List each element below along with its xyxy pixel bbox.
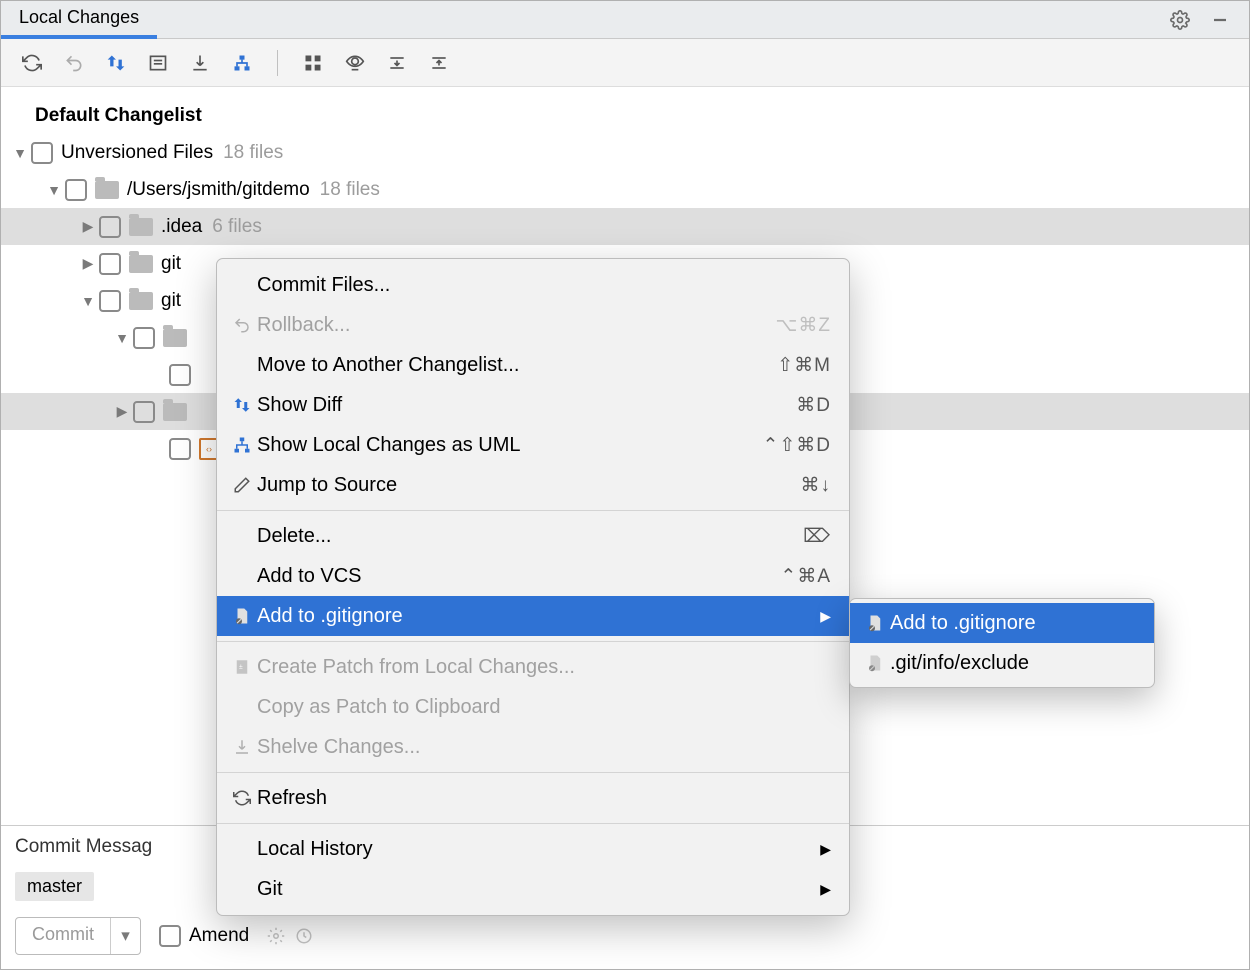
tab-local-changes[interactable]: Local Changes: [1, 1, 157, 39]
checkbox[interactable]: [99, 290, 121, 312]
tab-label: Local Changes: [19, 7, 139, 28]
folder-icon: [163, 329, 187, 347]
disclosure-right-icon[interactable]: ▶: [79, 218, 97, 235]
node-label: git: [161, 290, 181, 312]
file-ignore-icon: [227, 607, 257, 625]
folder-icon: [129, 292, 153, 310]
disclosure-right-icon[interactable]: ▶: [79, 255, 97, 272]
gitignore-submenu: Add to .gitignore .git/info/exclude: [849, 598, 1155, 688]
node-label: git: [161, 253, 181, 275]
diff-icon[interactable]: [105, 52, 127, 74]
node-label: .idea: [161, 216, 202, 238]
submenu-git-info-exclude[interactable]: .git/info/exclude: [850, 643, 1154, 683]
folder-icon: [95, 181, 119, 199]
minimize-icon[interactable]: [1209, 9, 1231, 31]
unversioned-files-node[interactable]: ▼ Unversioned Files 18 files: [1, 134, 1249, 171]
default-changelist-node[interactable]: Default Changelist: [1, 97, 1249, 134]
folder-icon: [129, 218, 153, 236]
amend-label: Amend: [189, 925, 249, 947]
chevron-right-icon: ▶: [820, 841, 831, 858]
node-label: /Users/jsmith/gitdemo: [127, 179, 310, 201]
menu-rollback: Rollback... ⌥⌘Z: [217, 305, 849, 345]
preview-icon[interactable]: [344, 52, 366, 74]
menu-jump-source[interactable]: Jump to Source ⌘↓: [217, 465, 849, 505]
disclosure-down-icon[interactable]: ▼: [45, 182, 63, 198]
checkbox[interactable]: [65, 179, 87, 201]
toolbar-separator: [277, 50, 278, 76]
submenu-add-gitignore[interactable]: Add to .gitignore: [850, 603, 1154, 643]
uml-icon[interactable]: [231, 52, 253, 74]
menu-create-patch: ± Create Patch from Local Changes...: [217, 647, 849, 687]
checkbox[interactable]: [133, 327, 155, 349]
file-count: 18 files: [223, 142, 283, 164]
file-count: 18 files: [320, 179, 380, 201]
checkbox[interactable]: [133, 401, 155, 423]
file-ignore-icon: [860, 654, 890, 672]
disclosure-down-icon[interactable]: ▼: [113, 330, 131, 346]
menu-shelve: Shelve Changes...: [217, 727, 849, 767]
commit-button[interactable]: Commit ▾: [15, 917, 141, 955]
context-menu: Commit Files... Rollback... ⌥⌘Z Move to …: [216, 258, 850, 916]
disclosure-down-icon[interactable]: ▼: [79, 293, 97, 309]
checkbox[interactable]: [169, 438, 191, 460]
menu-move-changelist[interactable]: Move to Another Changelist... ⇧⌘M: [217, 345, 849, 385]
gear-icon[interactable]: [265, 925, 287, 947]
menu-add-gitignore[interactable]: Add to .gitignore ▶: [217, 596, 849, 636]
checkbox[interactable]: [169, 364, 191, 386]
commit-button-label: Commit: [16, 918, 110, 954]
checkbox[interactable]: [99, 253, 121, 275]
patch-icon: ±: [227, 658, 257, 676]
chevron-right-icon: ▶: [820, 608, 831, 625]
history-icon[interactable]: [293, 925, 315, 947]
undo-icon[interactable]: [63, 52, 85, 74]
collapse-icon[interactable]: [428, 52, 450, 74]
edit-icon: [227, 476, 257, 494]
menu-separator: [217, 772, 849, 773]
amend-checkbox[interactable]: [159, 925, 181, 947]
disclosure-right-icon[interactable]: ▶: [113, 403, 131, 420]
changelist-icon[interactable]: [147, 52, 169, 74]
expand-icon[interactable]: [386, 52, 408, 74]
folder-icon: [163, 403, 187, 421]
gear-icon[interactable]: [1169, 9, 1191, 31]
file-count: 6 files: [212, 216, 262, 238]
folder-icon: [129, 255, 153, 273]
menu-git[interactable]: Git ▶: [217, 869, 849, 909]
menu-separator: [217, 641, 849, 642]
diff-icon: [227, 396, 257, 414]
menu-delete[interactable]: Delete... ⌦: [217, 516, 849, 556]
toolbar: [1, 39, 1249, 87]
menu-local-history[interactable]: Local History ▶: [217, 829, 849, 869]
menu-show-diff[interactable]: Show Diff ⌘D: [217, 385, 849, 425]
chevron-right-icon: ▶: [820, 881, 831, 898]
refresh-icon[interactable]: [21, 52, 43, 74]
commit-dropdown[interactable]: ▾: [110, 918, 140, 954]
path-node[interactable]: ▼ /Users/jsmith/gitdemo 18 files: [1, 171, 1249, 208]
checkbox[interactable]: [99, 216, 121, 238]
shelve-icon: [227, 738, 257, 756]
menu-copy-patch: Copy as Patch to Clipboard: [217, 687, 849, 727]
menu-separator: [217, 823, 849, 824]
svg-text:±: ±: [239, 664, 243, 671]
menu-add-vcs[interactable]: Add to VCS ⌃⌘A: [217, 556, 849, 596]
uml-icon: [227, 436, 257, 454]
node-label: Unversioned Files: [61, 142, 213, 164]
refresh-icon: [227, 789, 257, 807]
undo-icon: [227, 316, 257, 334]
menu-show-uml[interactable]: Show Local Changes as UML ⌃⇧⌘D: [217, 425, 849, 465]
menu-separator: [217, 510, 849, 511]
menu-commit-files[interactable]: Commit Files...: [217, 265, 849, 305]
file-ignore-icon: [860, 614, 890, 632]
menu-refresh[interactable]: Refresh: [217, 778, 849, 818]
node-label: Default Changelist: [35, 105, 202, 127]
idea-folder-node[interactable]: ▶ .idea 6 files: [1, 208, 1249, 245]
branch-badge[interactable]: master: [15, 872, 94, 901]
group-icon[interactable]: [302, 52, 324, 74]
shelve-icon[interactable]: [189, 52, 211, 74]
checkbox[interactable]: [31, 142, 53, 164]
disclosure-down-icon[interactable]: ▼: [11, 145, 29, 161]
panel-header: Local Changes: [1, 1, 1249, 39]
